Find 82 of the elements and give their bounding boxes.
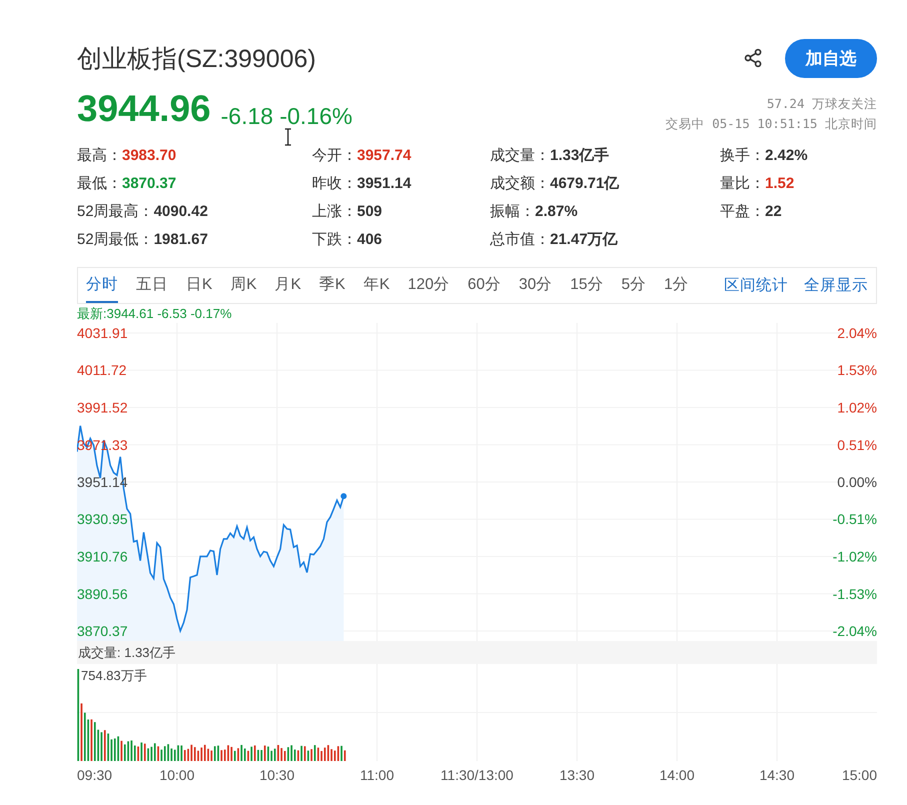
stat-value: 22 [765,203,782,220]
stat-label: 下跌： [312,230,357,249]
share-icon[interactable] [743,48,763,68]
time-axis-label: 13:30 [559,767,595,783]
percent-axis-label: -2.04% [832,623,877,639]
stat-value: 3870.37 [122,175,176,192]
period-tab[interactable]: 15分 [570,268,604,303]
price-axis-label: 3870.37 [77,623,128,639]
stat-label: 昨收： [312,174,357,193]
last-price-dot [340,493,347,500]
price-axis-label: 3930.95 [77,511,128,528]
stat-value: 2.42% [765,147,808,164]
stat-label: 52周最低： [77,230,154,249]
volume-max-label: 754.83万手 [81,668,147,683]
stat-value: 4679.71亿 [550,174,620,193]
time-axis-label: 10:00 [159,767,195,783]
stat-value: 2.87% [535,203,578,220]
stat-value: 509 [357,203,382,220]
chart-link[interactable]: 全屏显示 [804,268,868,303]
percent-axis-label: -1.02% [832,548,877,564]
time-axis-label: 10:30 [259,767,295,783]
stat-label: 今开： [312,146,357,165]
stat-label: 总市值： [490,230,550,249]
time-axis-label: 14:00 [659,767,695,783]
stat-value: 1.52 [765,175,794,192]
time-axis-label: 11:30/13:00 [440,767,514,783]
stat-label: 量比： [720,174,765,193]
current-price: 3944.96 [77,88,211,130]
period-tab[interactable]: 60分 [468,268,501,303]
period-tab[interactable]: 1分 [664,268,689,303]
period-tab[interactable]: 30分 [518,268,552,303]
stat-label: 上涨： [312,202,357,221]
price-axis-label: 3890.56 [77,586,128,602]
period-tab[interactable]: 周K [230,268,257,303]
follower-count: 57.24 万球友关注 [766,96,877,113]
stat-label: 成交额： [490,174,550,193]
price-axis-label: 3910.76 [77,548,128,564]
stat-label: 成交量： [490,146,550,165]
stat-value: 1.33亿手 [550,146,610,165]
percent-axis-label: 1.02% [837,400,877,416]
stat-value: 21.47万亿 [550,230,618,249]
stat-label: 换手： [720,146,765,165]
period-tab[interactable]: 月K [274,268,302,303]
stat-value: 3957.74 [357,147,412,164]
percent-axis-label: 2.04% [837,325,877,341]
add-to-watchlist-button[interactable]: 加自选 [785,38,877,78]
stat-value: 406 [357,231,382,248]
price-axis-label: 3991.52 [77,400,128,416]
chart-link[interactable]: 区间统计 [724,268,788,303]
text-cursor-icon [284,128,292,146]
price-axis-label: 4011.72 [77,362,127,378]
latest-price-info: 最新:3944.61 -6.53 -0.17% [77,305,233,323]
stat-label: 平盘： [720,202,765,221]
stat-value: 3951.14 [357,175,412,192]
stat-label: 最低： [77,174,122,193]
stat-label: 最高： [77,146,122,165]
time-axis-label: 15:00 [842,767,877,783]
period-tab[interactable]: 年K [363,268,390,303]
period-tab[interactable]: 120分 [408,268,450,303]
volume-total: 成交量: 1.33亿手 [78,644,176,662]
percent-axis-label: 0.51% [837,436,877,453]
period-tab[interactable]: 分时 [86,268,118,303]
percent-axis-label: -1.53% [832,586,877,602]
price-change: -6.18 -0.16% [220,103,354,130]
period-tab[interactable]: 日K [186,268,212,303]
period-tab[interactable]: 五日 [136,268,168,303]
price-axis-label: 4031.91 [77,325,128,341]
percent-axis-label: 1.53% [837,362,877,378]
time-axis-label: 11:00 [360,767,394,783]
time-axis-label: 09:30 [77,767,112,783]
stat-value: 3983.70 [122,147,176,164]
period-tab[interactable]: 5分 [621,268,646,303]
percent-axis-label: -0.51% [832,511,877,528]
stock-title: 创业板指(SZ:399006) [77,44,317,74]
stat-label: 52周最高： [77,202,154,221]
time-axis-label: 14:30 [759,767,795,783]
stat-value: 4090.42 [154,203,208,220]
stat-label: 振幅： [490,202,535,221]
period-tab[interactable]: 季K [319,268,346,303]
percent-axis-label: 0.00% [837,474,877,490]
trading-status: 交易中 05-15 10:51:15 北京时间 [666,116,877,133]
stat-value: 1981.67 [154,231,208,248]
